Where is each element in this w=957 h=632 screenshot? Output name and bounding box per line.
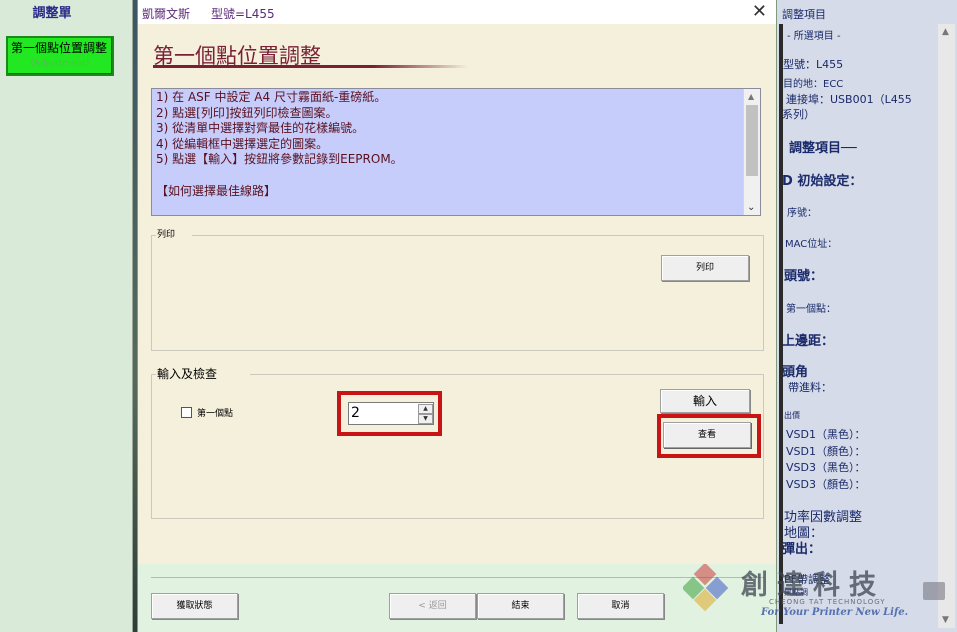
adjustment-list-title: 調整單 <box>32 6 72 21</box>
value-stepper[interactable]: 2 ▲ ▼ <box>348 402 434 425</box>
list-item: - 所選項目 - <box>787 31 841 42</box>
cancel-button[interactable]: 取消 <box>577 593 664 619</box>
stepper-value: 2 <box>351 405 360 421</box>
adjustment-items-pane: 調整項目 - 所選項目 - 型號：L455 目的地：ECC 連接埠：USB001… <box>777 0 957 632</box>
list-item: VSD3（顏色）： <box>786 478 866 491</box>
back-button[interactable]: < 返回 <box>389 593 476 619</box>
instructions-scrollbar[interactable]: ▲ ⌄ <box>743 89 760 215</box>
list-item: 第一個點： <box>786 304 836 315</box>
print-group-label: 列印 <box>156 227 177 240</box>
list-item: 頭號： <box>784 269 824 284</box>
adjustment-item-first-dot[interactable]: 第一個點位置調整 (Adjustment) <box>6 36 114 76</box>
printer-icon <box>923 582 945 600</box>
chevron-down-icon[interactable]: ⌄ <box>747 202 755 213</box>
list-item: D 初始設定： <box>782 174 863 189</box>
dialog-content: 第一個點位置調整 1) 在 ASF 中設定 A4 尺寸霧面紙-重磅紙。 2) 點… <box>138 24 776 564</box>
close-icon[interactable]: ✕ <box>752 1 767 23</box>
scrollbar-thumb[interactable] <box>746 105 758 176</box>
adjustment-dialog: 凱爾文斯 型號=L455 ✕ 第一個點位置調整 1) 在 ASF 中設定 A4 … <box>137 0 777 632</box>
input-check-group-label: 輸入及檢查 <box>156 365 219 382</box>
adjustment-items-title: 調整項目 <box>782 8 826 21</box>
stepper-down-icon[interactable]: ▼ <box>418 414 433 424</box>
input-button[interactable]: 輸入 <box>660 389 750 413</box>
list-item: VSD1（顏色）： <box>786 445 866 458</box>
instruction-line <box>156 168 741 184</box>
company-logo-icon <box>683 564 729 612</box>
instruction-line: 4) 從編輯框中選擇選定的圖案。 <box>156 136 329 151</box>
stepper-up-icon[interactable]: ▲ <box>418 404 433 414</box>
list-item: 連接埠：USB001（L455 <box>786 93 912 106</box>
watermark-subtitle: CHEONG TAT TECHNOLOGY <box>769 598 886 606</box>
list-item: 序號： <box>787 208 817 219</box>
scroll-up-icon[interactable]: ▲ <box>748 92 754 101</box>
adjustment-item-sublabel: (Adjustment) <box>30 59 90 69</box>
watermark: 創達科技 CHEONG TAT TECHNOLOGY For Your Prin… <box>683 562 945 630</box>
print-button[interactable]: 列印 <box>661 255 749 281</box>
get-status-button[interactable]: 獲取狀態 <box>151 593 238 619</box>
first-dot-checkbox[interactable] <box>181 407 192 418</box>
title-underline <box>153 65 468 68</box>
list-item: 彈出： <box>782 542 822 557</box>
list-item: 系列） <box>782 108 815 121</box>
list-item: 調整項目── <box>789 141 857 156</box>
watermark-title: 創達科技 <box>741 570 885 601</box>
view-button[interactable]: 查看 <box>663 422 751 448</box>
list-item: 上邊距： <box>782 334 835 349</box>
adjustment-items-list: - 所選項目 - 型號：L455 目的地：ECC 連接埠：USB001（L455… <box>780 24 936 624</box>
stepper-highlight: 2 ▲ ▼ <box>337 391 442 436</box>
list-item: 頭角 <box>782 365 809 380</box>
input-check-group: 輸入及檢查 第一個點 2 ▲ ▼ 輸入 查看 <box>151 365 764 519</box>
instruction-line: 5) 點選【輸入】按鈕將參數記錄到EEPROM。 <box>156 152 403 167</box>
instruction-line: 2) 點選[列印]按鈕列印檢查圖案。 <box>156 105 338 120</box>
adjustment-item-label: 第一個點位置調整 <box>11 41 108 55</box>
list-item: VSD1（黑色）： <box>786 428 866 441</box>
instructions-textbox[interactable]: 1) 在 ASF 中設定 A4 尺寸霧面紙-重磅紙。 2) 點選[列印]按鈕列印… <box>151 88 761 216</box>
dialog-model-label: 型號=L455 <box>211 7 275 21</box>
dialog-app-name: 凱爾文斯 <box>142 7 191 21</box>
scroll-up-icon[interactable]: ▲ <box>942 27 949 37</box>
list-item: VSD3（黑色）： <box>786 461 866 474</box>
list-item: MAC位址： <box>785 239 838 250</box>
instruction-line: 【如何選擇最佳線路】 <box>156 183 277 198</box>
items-scrollbar[interactable]: ▲ ▼ <box>938 24 955 628</box>
list-item: 帶進料： <box>788 381 832 394</box>
print-group: 列印 列印 <box>151 227 764 351</box>
list-item: 目的地：ECC <box>783 79 844 90</box>
dialog-titlebar: 凱爾文斯 型號=L455 ✕ <box>138 0 776 24</box>
instruction-line: 3) 從清單中選擇對齊最佳的花樣編號。 <box>156 121 365 136</box>
footer-divider <box>151 577 764 578</box>
instructions-text: 1) 在 ASF 中設定 A4 尺寸霧面紙-重磅紙。 2) 點選[列印]按鈕列印… <box>156 90 741 199</box>
instruction-line: 1) 在 ASF 中設定 A4 尺寸霧面紙-重磅紙。 <box>156 90 387 104</box>
watermark-slogan: For Your Printer New Life. <box>761 607 909 618</box>
first-dot-checkbox-label: 第一個點 <box>197 409 234 419</box>
list-item: 型號：L455 <box>783 58 844 71</box>
adjustment-list-pane: 調整單 第一個點位置調整 (Adjustment) <box>0 0 133 632</box>
list-item: 出價 <box>784 411 800 420</box>
finish-button[interactable]: 結束 <box>477 593 564 619</box>
view-button-highlight: 查看 <box>657 414 761 458</box>
